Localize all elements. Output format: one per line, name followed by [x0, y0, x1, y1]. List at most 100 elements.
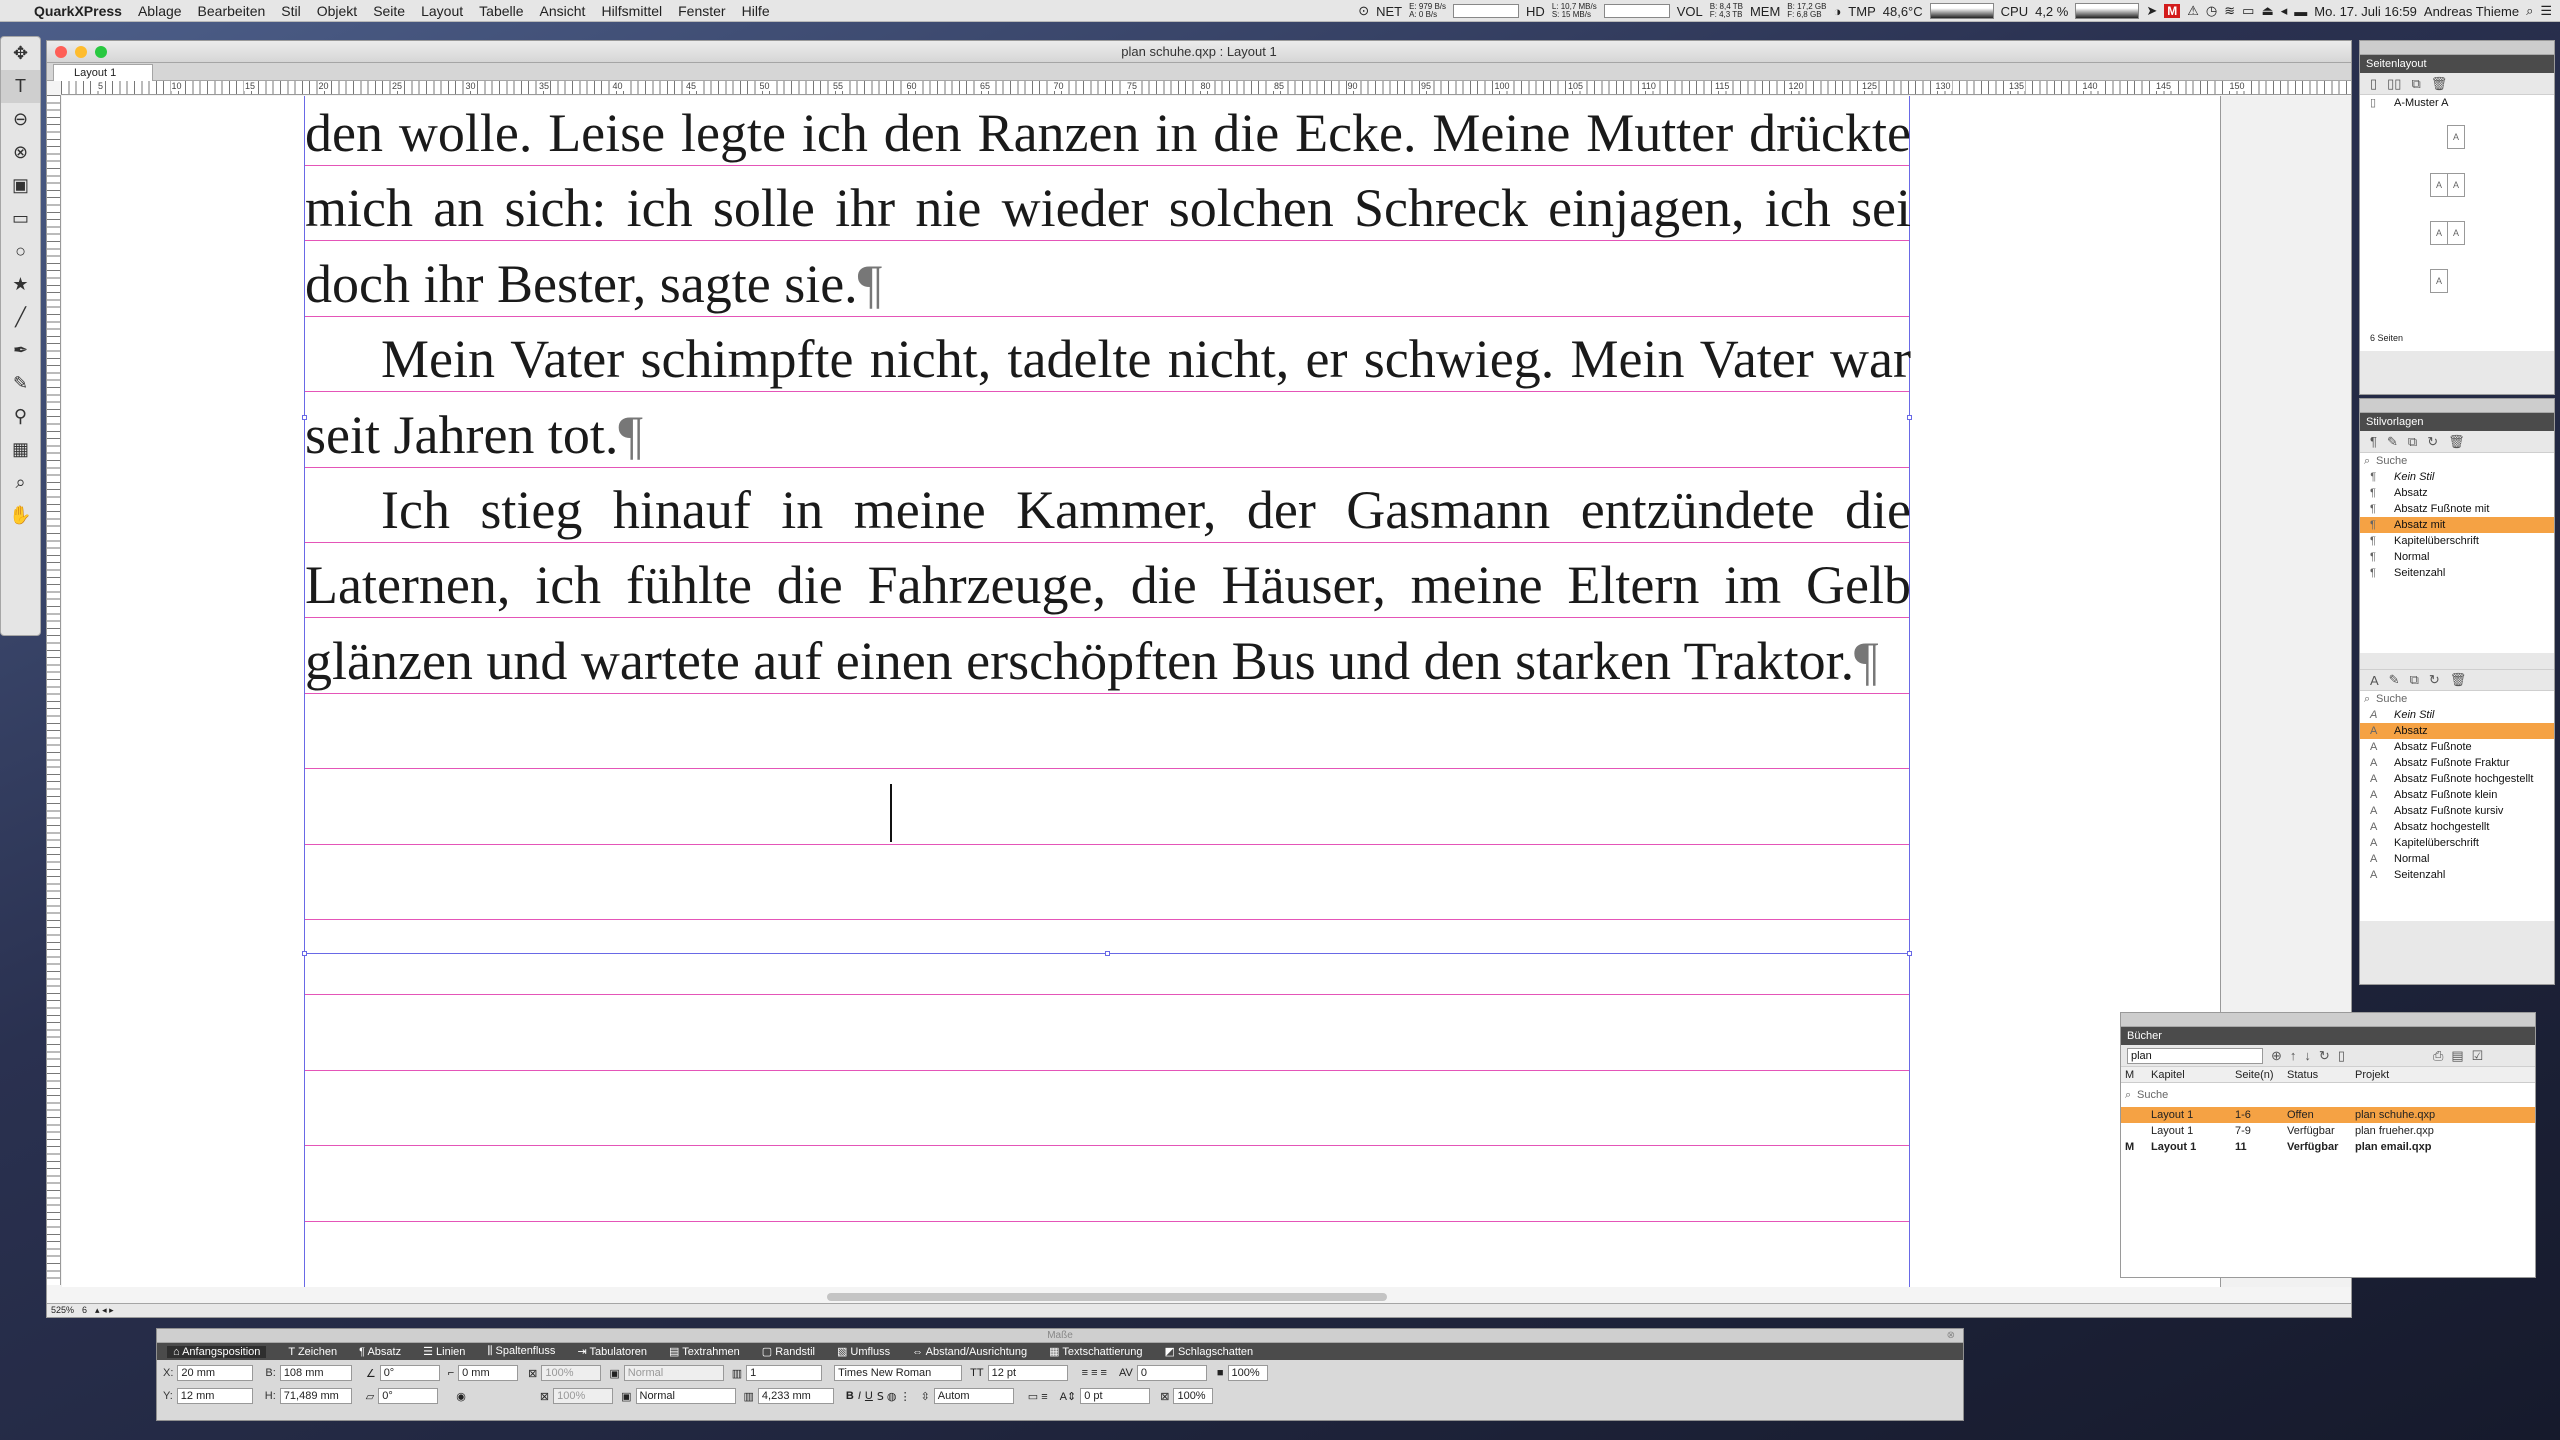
underline-icon[interactable]: U	[865, 1390, 873, 1402]
minimize-button[interactable]	[75, 46, 87, 58]
list-item[interactable]: ¶ Absatz Fußnote mit	[2360, 501, 2554, 517]
edit-style-icon[interactable]: ✎	[2387, 434, 2398, 450]
tab-abstand-ausrichtung[interactable]: ⇔ Abstand/Ausrichtung	[912, 1346, 1027, 1358]
oval-box-icon[interactable]: ○	[1, 235, 40, 268]
columns-field[interactable]: 1	[746, 1365, 823, 1381]
document-titlebar[interactable]: plan schuhe.qxp : Layout 1	[47, 41, 2351, 63]
tab-zeichen[interactable]: T Zeichen	[288, 1346, 337, 1358]
font-select[interactable]: Times New Roman	[834, 1365, 963, 1381]
tab-tabulatoren[interactable]: ⇥ Tabulatoren	[577, 1345, 647, 1358]
text-style-icons[interactable]: ꓢ ◍ ⋮	[877, 1390, 911, 1403]
text-box[interactable]: den wolle. Leise legte ich den Ranzen in…	[304, 96, 1911, 1287]
page-thumbnail[interactable]: A	[2430, 173, 2448, 197]
tab-absatz[interactable]: ¶ Absatz	[359, 1346, 401, 1358]
width-field[interactable]: 108 mm	[279, 1365, 352, 1381]
column-header[interactable]: Status	[2283, 1067, 2351, 1082]
leading-field[interactable]: Autom	[933, 1388, 1014, 1404]
font-size-field[interactable]: 12 pt	[987, 1365, 1068, 1381]
text-link-icon[interactable]: ⊖	[1, 103, 40, 136]
menu-stil[interactable]: Stil	[281, 3, 300, 19]
trash-icon[interactable]: 🗑	[2431, 76, 2448, 92]
opacity-field[interactable]: 100%	[541, 1365, 602, 1381]
layout-tab[interactable]: Layout 1	[53, 64, 153, 81]
export-pdf-icon[interactable]: ▤	[2451, 1048, 2463, 1064]
menu-fenster[interactable]: Fenster	[678, 3, 725, 19]
eject-icon[interactable]: ⏏	[2261, 3, 2273, 19]
skew-field[interactable]: 0°	[378, 1388, 439, 1404]
panel-header[interactable]	[2360, 399, 2554, 413]
tab-linien[interactable]: ☰ Linien	[423, 1345, 465, 1358]
column-header[interactable]: Seite(n)	[2231, 1067, 2283, 1082]
scale-field[interactable]: 100%	[1173, 1388, 1214, 1404]
delete-style-icon[interactable]: 🗑	[2448, 434, 2465, 450]
move-up-icon[interactable]: ↑	[2290, 1048, 2297, 1063]
star-box-icon[interactable]: ★	[1, 268, 40, 301]
list-item[interactable]: A Kapitelüberschrift	[2360, 835, 2554, 851]
m-badge[interactable]: M	[2164, 4, 2181, 18]
resize-handle[interactable]	[1907, 415, 1912, 420]
paragraph[interactable]: den wolle. Leise legte ich den Ranzen in…	[305, 96, 1911, 322]
table-row[interactable]: Layout 1 1-6 Offen plan schuhe.qxp	[2121, 1107, 2535, 1123]
list-item[interactable]: ¶ Kapitelüberschrift	[2360, 533, 2554, 549]
menu-seite[interactable]: Seite	[373, 3, 405, 19]
height-field[interactable]: 71,489 mm	[279, 1388, 352, 1404]
char-style-search-field[interactable]: Suche	[2360, 691, 2554, 707]
text-align-icons[interactable]: ▭ ≡	[1028, 1390, 1048, 1403]
eyedropper-icon[interactable]: ⚲	[1, 400, 40, 433]
page-thumbnail[interactable]: A	[2447, 125, 2465, 149]
zoom-field[interactable]: 525%	[51, 1304, 74, 1317]
resize-handle[interactable]	[1907, 951, 1912, 956]
duplicate-icon[interactable]: ⧉	[2411, 76, 2420, 92]
pan-hand-icon[interactable]: ✋	[1, 499, 40, 532]
style-sheets-title[interactable]: Stilvorlagen	[2360, 413, 2554, 431]
column-header[interactable]: M	[2121, 1067, 2147, 1082]
list-item[interactable]: A Absatz Fußnote Fraktur	[2360, 755, 2554, 771]
page-nav-icon[interactable]: ▴ ◂ ▸	[95, 1304, 114, 1317]
list-item[interactable]: ¶ Absatz	[2360, 485, 2554, 501]
list-item[interactable]: A Absatz Fußnote hochgestellt	[2360, 771, 2554, 787]
duplicate-style-icon[interactable]: ⧉	[2408, 434, 2417, 450]
text-tool-icon[interactable]: T	[1, 70, 40, 103]
list-item[interactable]: A Normal	[2360, 851, 2554, 867]
align-icons[interactable]: ≡ ≡ ≡	[1082, 1367, 1107, 1379]
measurements-title[interactable]: Maße ⊗	[157, 1329, 1963, 1343]
tab-textschattierung[interactable]: ▦ Textschattierung	[1049, 1345, 1142, 1358]
tab-umfluss[interactable]: ▧ Umfluss	[837, 1345, 890, 1358]
master-page-item[interactable]: ▯ A-Muster A	[2360, 95, 2554, 111]
list-item[interactable]: A Absatz Fußnote klein	[2360, 787, 2554, 803]
list-item[interactable]: A Seitenzahl	[2360, 867, 2554, 883]
no-frame-icon[interactable]: ⊠	[540, 1390, 549, 1403]
horizontal-scrollbar[interactable]	[827, 1293, 1387, 1301]
close-icon[interactable]: ⊗	[1947, 1329, 1955, 1342]
list-item[interactable]: A Absatz Fußnote	[2360, 739, 2554, 755]
close-button[interactable]	[55, 46, 67, 58]
send-icon[interactable]: ➤	[2146, 3, 2157, 19]
color-swatch-icon[interactable]: ■	[1217, 1367, 1224, 1379]
list-item[interactable]: A Absatz	[2360, 723, 2554, 739]
volume-icon[interactable]: ◂	[2281, 3, 2288, 19]
menu-ablage[interactable]: Ablage	[138, 3, 182, 19]
page-thumbnail[interactable]: A	[2447, 173, 2465, 197]
unlink-icon[interactable]: ⊗	[1, 136, 40, 169]
menu-objekt[interactable]: Objekt	[317, 3, 357, 19]
table-tool-icon[interactable]: ▦	[1, 433, 40, 466]
list-item[interactable]: ¶ Seitenzahl	[2360, 565, 2554, 581]
page-field[interactable]: 6	[82, 1304, 87, 1317]
menu-tabelle[interactable]: Tabelle	[479, 3, 523, 19]
list-item[interactable]: ¶ Normal	[2360, 549, 2554, 565]
list-item[interactable]: A Kein Stil	[2360, 707, 2554, 723]
zoom-button[interactable]	[95, 46, 107, 58]
list-item[interactable]: A Absatz Fußnote kursiv	[2360, 803, 2554, 819]
books-search-field[interactable]: Suche	[2121, 1087, 2535, 1103]
paragraph[interactable]: Ich stieg hinauf in meine Kammer, der Ga…	[305, 473, 1911, 699]
line-tool-icon[interactable]: ╱	[1, 301, 40, 334]
list-item[interactable]: A Absatz hochgestellt	[2360, 819, 2554, 835]
list-item[interactable]: ¶ Absatz mit	[2360, 517, 2554, 533]
panel-header[interactable]	[2360, 41, 2554, 55]
zoom-tool-icon[interactable]: ⌕	[1, 466, 40, 499]
tab-anfangsposition[interactable]: ⌂ Anfangsposition	[167, 1345, 267, 1358]
menu-bearbeiten[interactable]: Bearbeiten	[198, 3, 266, 19]
frame-blend-select[interactable]: Normal	[635, 1388, 736, 1404]
new-style-icon[interactable]: ¶	[2370, 434, 2377, 449]
radio-icon[interactable]: ◉	[456, 1390, 466, 1403]
